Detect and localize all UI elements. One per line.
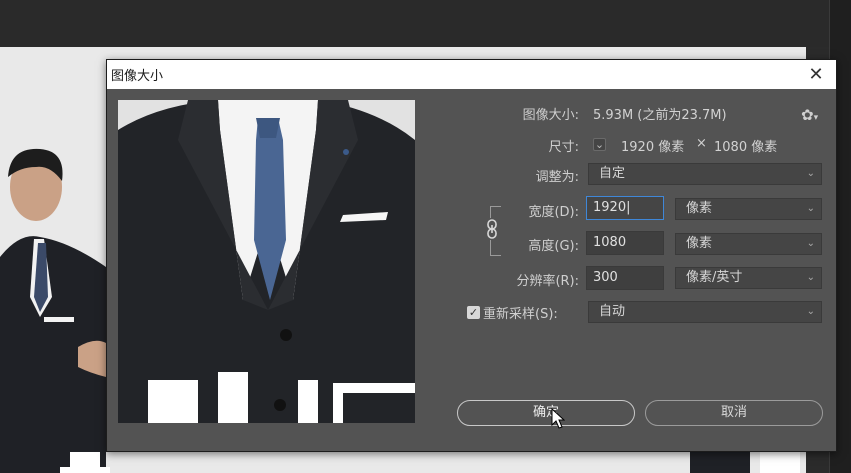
resolution-value: 300 [593, 270, 618, 285]
preview-suit-image [118, 100, 415, 423]
chevron-down-icon: ⌄ [806, 203, 815, 214]
dimensions-width-value: 1920 像素 [621, 140, 685, 155]
dimensions-times: × [696, 136, 707, 151]
image-size-dialog: 图像大小 ✕ 图像大小: 5.93M (之前为23.7M) ✿▾ 尺寸: ⌄ 1… [106, 59, 837, 452]
resolution-input[interactable]: 300 [586, 266, 664, 290]
height-value: 1080 [593, 235, 627, 250]
width-value: 1920 [593, 200, 627, 215]
height-unit-value: 像素 [686, 236, 713, 251]
dialog-title: 图像大小 [111, 69, 164, 84]
fit-to-value: 自定 [599, 166, 626, 181]
resolution-unit-select[interactable]: 像素/英寸 ⌄ [675, 267, 822, 289]
chevron-down-icon: ⌄ [806, 238, 815, 249]
gear-icon[interactable]: ✿▾ [801, 106, 818, 124]
image-size-value: 5.93M (之前为23.7M) [593, 108, 727, 123]
resolution-unit-value: 像素/英寸 [686, 270, 743, 285]
resample-value: 自动 [599, 304, 626, 319]
resample-checkbox[interactable]: ✓ [467, 306, 480, 319]
app-menubar-area [0, 0, 851, 47]
chevron-down-icon: ⌄ [806, 272, 815, 283]
fit-to-select[interactable]: 自定 ⌄ [588, 163, 822, 185]
height-label: 高度(G): [528, 239, 579, 254]
width-unit-select[interactable]: 像素 ⌄ [675, 198, 822, 220]
resample-select[interactable]: 自动 ⌄ [588, 301, 822, 323]
fit-to-label: 调整为: [535, 170, 579, 185]
height-input[interactable]: 1080 [586, 231, 664, 255]
resample-label: 重新采样(S): [483, 307, 558, 322]
close-button[interactable]: ✕ [796, 60, 836, 89]
mouse-cursor-icon [551, 408, 565, 429]
chevron-down-icon: ⌄ [806, 306, 815, 317]
height-unit-select[interactable]: 像素 ⌄ [675, 233, 822, 255]
cancel-button[interactable]: 取消 [645, 400, 823, 426]
ok-button[interactable]: 确定 [457, 400, 635, 426]
dimensions-height-value: 1080 像素 [714, 140, 778, 155]
image-size-label: 图像大小: [522, 108, 579, 123]
width-unit-value: 像素 [686, 201, 713, 216]
dimensions-label: 尺寸: [548, 140, 579, 155]
width-input[interactable]: 1920| [586, 196, 664, 220]
dimensions-dropdown-toggle[interactable]: ⌄ [593, 138, 606, 151]
resolution-label: 分辨率(R): [516, 274, 579, 289]
dialog-titlebar[interactable]: 图像大小 ✕ [107, 60, 836, 89]
image-preview[interactable] [118, 100, 415, 423]
chevron-down-icon: ⌄ [806, 168, 815, 179]
width-label: 宽度(D): [528, 205, 579, 220]
